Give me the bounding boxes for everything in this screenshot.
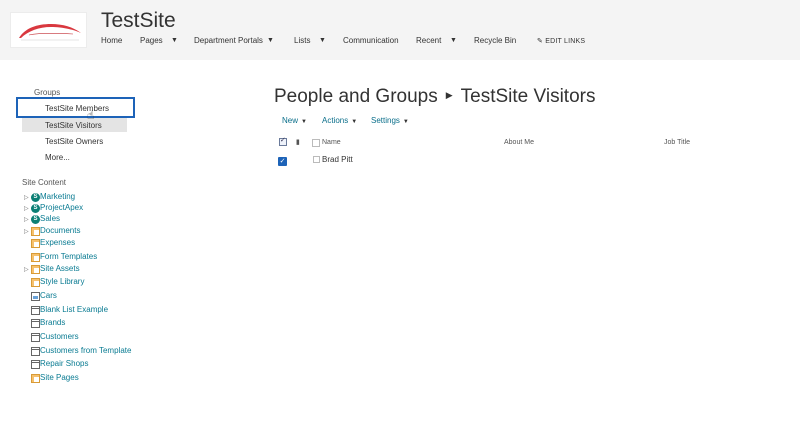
column-header-job[interactable]: Job Title <box>664 139 690 146</box>
edit-links-label: EDIT LINKS <box>545 38 586 45</box>
library-icon <box>31 374 40 383</box>
site-content-item[interactable]: Expenses <box>0 238 200 250</box>
site-title[interactable]: TestSite <box>101 9 176 33</box>
subsite-icon: S <box>31 204 40 213</box>
list-icon <box>31 333 40 342</box>
list-icon <box>31 360 40 369</box>
list-icon <box>31 319 40 328</box>
type-icon <box>312 139 320 147</box>
group-link-visitors[interactable]: TestSite Visitors <box>45 121 102 130</box>
site-content-item[interactable]: Style Library <box>0 277 200 289</box>
column-header-name[interactable]: Name <box>322 139 341 146</box>
new-menu-label: New <box>282 116 299 125</box>
breadcrumb-current: TestSite Visitors <box>460 86 596 107</box>
edit-links-button[interactable]: ✎ EDIT LINKS <box>537 37 585 45</box>
topnav-lists[interactable]: Lists <box>294 36 310 45</box>
chevron-down-icon[interactable]: ▼ <box>319 37 326 44</box>
expand-arrow-icon[interactable]: ▷ <box>24 216 29 223</box>
topnav-recent[interactable]: Recent <box>416 36 441 45</box>
groups-heading: Groups <box>34 88 61 97</box>
topnav-communication[interactable]: Communication <box>343 36 399 45</box>
site-content-item[interactable]: Brands <box>0 318 200 330</box>
site-content-item[interactable]: Form Templates <box>0 252 200 264</box>
site-content-item[interactable]: ▷ S Sales <box>0 214 200 226</box>
select-all-icon[interactable] <box>279 136 287 146</box>
group-link-owners[interactable]: TestSite Owners <box>45 137 103 146</box>
group-link-more[interactable]: More... <box>45 153 70 162</box>
subsite-icon: S <box>31 215 40 224</box>
chevron-down-icon: ▼ <box>402 119 409 125</box>
list-icon <box>31 306 40 315</box>
person-type-icon <box>313 156 320 163</box>
topnav-pages[interactable]: Pages <box>140 36 163 45</box>
expand-arrow-icon[interactable]: ▷ <box>24 194 29 201</box>
site-logo[interactable] <box>10 12 87 48</box>
row-name-link[interactable]: Brad Pitt <box>322 155 353 164</box>
subsite-icon: S <box>31 193 40 202</box>
actions-menu-button[interactable]: Actions ▼ <box>322 116 357 125</box>
page-title: People and Groups ▶ TestSite Visitors <box>274 86 595 108</box>
site-content-item[interactable]: Customers from Template <box>0 346 200 358</box>
suite-header: TestSite Home Pages ▼ Department Portals… <box>0 0 800 60</box>
chevron-down-icon[interactable]: ▼ <box>267 37 274 44</box>
breadcrumb-separator-icon: ▶ <box>445 90 453 100</box>
expand-arrow-icon[interactable]: ▷ <box>24 228 29 235</box>
site-content-item[interactable]: ▷ Documents <box>0 226 200 238</box>
topnav-department-portals[interactable]: Department Portals <box>194 36 263 45</box>
attachment-icon: ▮ <box>296 139 300 146</box>
column-header-about[interactable]: About Me <box>504 139 534 146</box>
actions-menu-label: Actions <box>322 116 349 125</box>
settings-menu-label: Settings <box>371 116 400 125</box>
breadcrumb-root[interactable]: People and Groups <box>274 86 438 107</box>
site-content-heading: Site Content <box>22 178 67 187</box>
list-header: ▮ Name About Me Job Title <box>274 136 800 149</box>
site-content-item[interactable]: Blank List Example <box>0 305 200 317</box>
site-content-item[interactable]: Site Pages <box>0 373 200 385</box>
settings-menu-button[interactable]: Settings ▼ <box>371 116 409 125</box>
library-icon <box>31 239 40 248</box>
topnav-home[interactable]: Home <box>101 36 122 45</box>
library-icon <box>31 253 40 262</box>
site-content-item[interactable]: Cars <box>0 291 200 303</box>
expand-arrow-icon[interactable]: ▷ <box>24 266 29 273</box>
chevron-down-icon: ▼ <box>351 119 358 125</box>
site-content-item[interactable]: Repair Shops <box>0 359 200 371</box>
library-icon <box>31 265 40 274</box>
topnav-recycle-bin[interactable]: Recycle Bin <box>474 36 516 45</box>
pencil-icon: ✎ <box>537 38 544 45</box>
row-checkbox-checked[interactable]: ✓ <box>278 157 287 166</box>
car-logo-icon <box>19 24 81 41</box>
picture-library-icon <box>31 292 40 301</box>
library-icon <box>31 227 40 236</box>
library-icon <box>31 278 40 287</box>
chevron-down-icon[interactable]: ▼ <box>171 37 178 44</box>
list-icon <box>31 347 40 356</box>
site-content-item[interactable]: Customers <box>0 332 200 344</box>
focus-highlight <box>16 97 135 118</box>
chevron-down-icon: ▼ <box>301 119 307 125</box>
new-menu-button[interactable]: New ▼ <box>282 116 307 125</box>
expand-arrow-icon[interactable]: ▷ <box>24 205 29 212</box>
chevron-down-icon[interactable]: ▼ <box>450 37 457 44</box>
site-content-item[interactable]: ▷ Site Assets <box>0 264 200 276</box>
pointer-cursor-icon: ☝ <box>87 108 95 122</box>
